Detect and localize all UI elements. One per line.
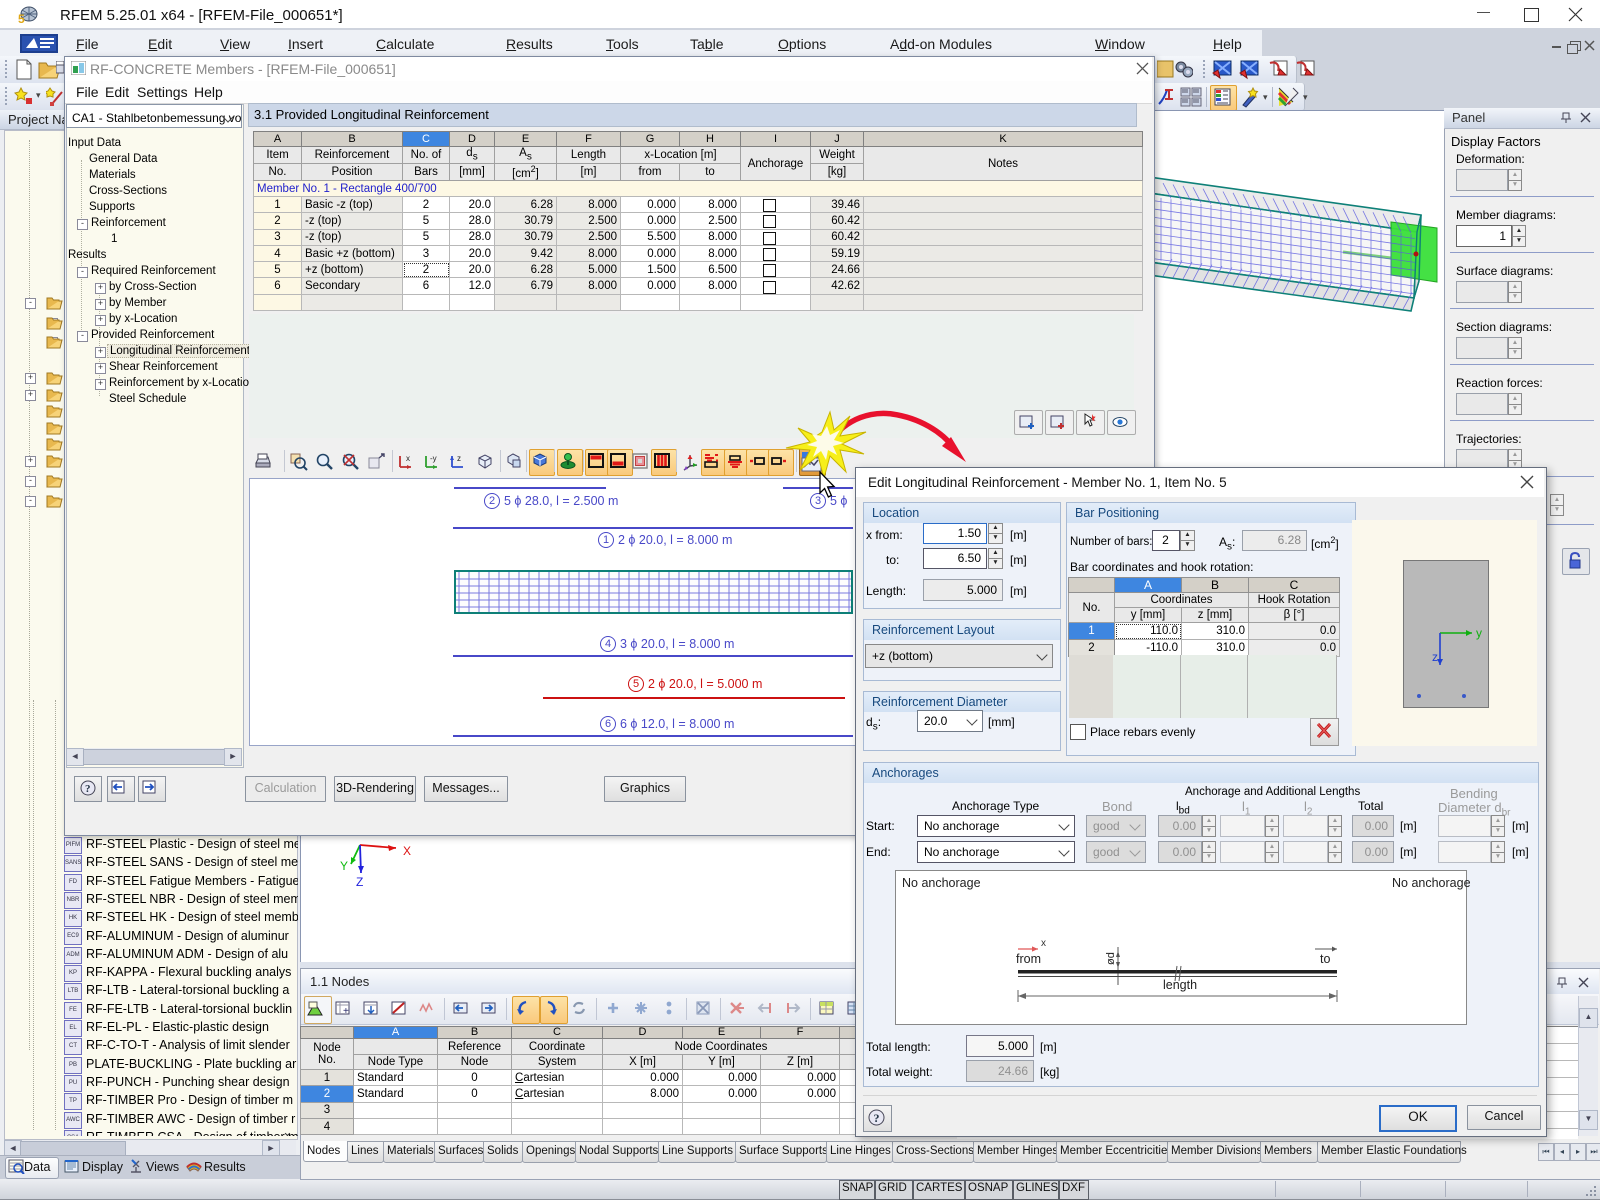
svg-text:to: to — [1320, 952, 1330, 966]
svg-text:length: length — [1163, 978, 1197, 992]
svg-text:x: x — [1041, 938, 1046, 949]
svg-text:?: ? — [85, 783, 91, 795]
svg-text:from: from — [1016, 952, 1041, 966]
svg-text:y: y — [1476, 626, 1482, 640]
svg-text:?: ? — [874, 1111, 880, 1125]
svg-text:5: 5 — [18, 12, 25, 24]
svg-text:X: X — [403, 844, 411, 858]
svg-text:Z: Z — [356, 875, 363, 889]
svg-text:-y: -y — [430, 454, 437, 463]
svg-text:x: x — [406, 454, 410, 463]
svg-text:ød: ød — [1105, 952, 1117, 965]
svg-text:z: z — [457, 454, 461, 463]
svg-text:+: + — [343, 1006, 349, 1017]
svg-text:Y: Y — [340, 859, 348, 873]
svg-text:z: z — [1432, 650, 1438, 664]
